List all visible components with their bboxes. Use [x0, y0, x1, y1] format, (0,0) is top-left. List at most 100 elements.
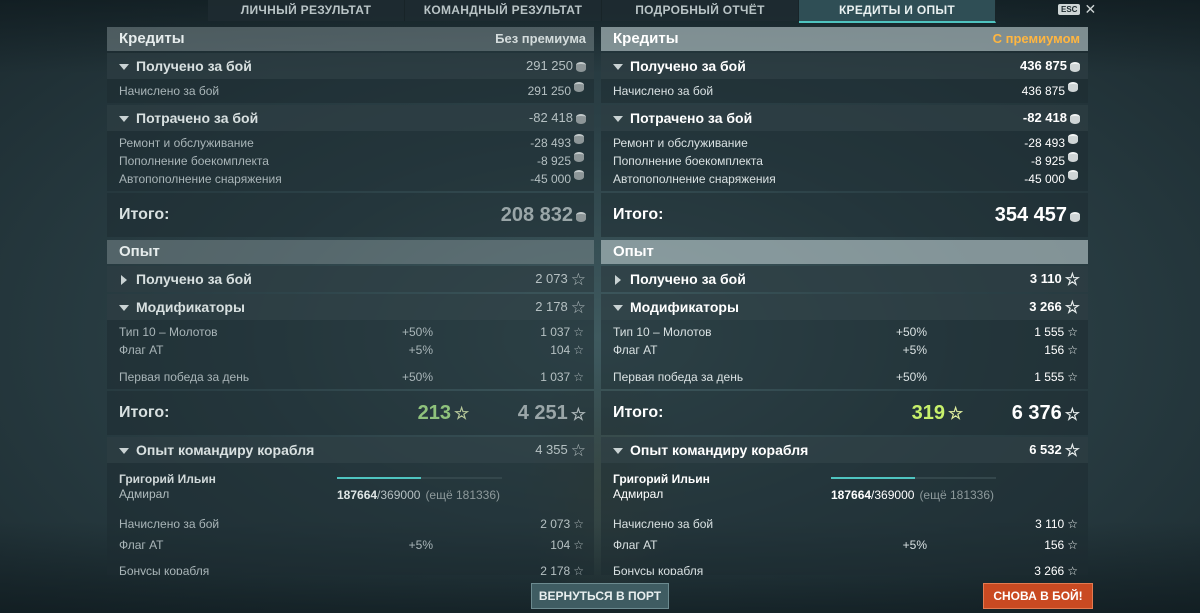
commander-progress-fill — [831, 477, 916, 479]
earned-group[interactable]: Получено за бой 291 250 — [107, 53, 594, 79]
commander-rows: Начислено за бой 2 073 ☆ Флаг АТ +5% 104 ☆ Бо… — [107, 512, 594, 575]
premium-badge: С премиумом — [992, 31, 1080, 46]
list-item: Первая победа за день +50% 1 555 ☆ — [613, 370, 1078, 384]
battle-again-button[interactable]: СНОВА В БОЙ! — [983, 583, 1093, 609]
commander-rows: Начислено за бой 3 110 ☆ Флаг АТ +5% 156 ☆ Бо… — [601, 512, 1088, 575]
xp-header: Опыт — [107, 240, 594, 264]
esc-key-icon: ESC — [1058, 3, 1081, 15]
credits-total: Итого: 208 832 — [107, 193, 594, 237]
list-item: Начислено за бой 291 250 — [107, 82, 594, 100]
earned-label: Получено за бой — [136, 58, 252, 74]
xp-title: Опыт — [119, 243, 160, 260]
list-item: Тип 10 – Молотов +50% 1 037 ☆ — [119, 325, 584, 339]
credits-total-value: 208 832 — [500, 204, 573, 226]
xp-star-icon: ☆ — [570, 297, 586, 317]
earned-group[interactable]: Получено за бой 436 875 — [601, 53, 1088, 79]
xp-earned-group[interactable]: Получено за бой 3 110 ☆ — [601, 266, 1088, 292]
panel-with-premium: Кредиты С премиумом Получено за бой 436 … — [601, 27, 1088, 575]
commander-xp-text: 187664/369000 (ещё 181336) — [831, 488, 995, 502]
spent-value: -82 418 — [528, 110, 573, 125]
credits-total-value: 354 457 — [994, 204, 1067, 226]
credits-icon — [1068, 134, 1078, 144]
credits-header: Кредиты С премиумом — [601, 27, 1088, 51]
xp-star-icon: ☆ — [573, 343, 584, 357]
list-item: Тип 10 – Молотов +50% 1 555 ☆ — [613, 325, 1078, 339]
tab-credits-and-xp[interactable]: КРЕДИТЫ И ОПЫТ — [799, 0, 996, 23]
xp-star-icon: ☆ — [1067, 325, 1078, 339]
list-item: Флаг АТ +5% 156 ☆ — [613, 538, 1078, 552]
credits-icon — [576, 113, 586, 124]
modifiers-group[interactable]: Модификаторы 3 266 ☆ — [601, 294, 1088, 320]
xp-total-value: 4 251 — [517, 402, 568, 424]
list-item: Бонусы корабля 2 178 ☆ — [107, 562, 594, 575]
credits-icon — [1068, 152, 1078, 162]
chevron-down-icon — [119, 448, 129, 455]
panel-no-premium: Кредиты Без премиума Получено за бой 291… — [107, 27, 594, 575]
close-icon[interactable]: ✕ — [1084, 2, 1096, 16]
xp-star-icon: ☆ — [1067, 343, 1078, 357]
modifier-rows: Тип 10 – Молотов +50% 1 555 ☆ Флаг АТ +5% 156… — [601, 320, 1088, 389]
xp-star-icon: ☆ — [1067, 564, 1078, 575]
tab-team-result[interactable]: КОМАНДНЫЙ РЕЗУЛЬТАТ — [405, 0, 602, 21]
list-item: Флаг АТ +5% 104 ☆ — [119, 538, 584, 552]
commander-progress-bar — [337, 477, 502, 479]
free-xp-star-icon: ☆ — [453, 403, 470, 423]
xp-star-icon: ☆ — [1067, 517, 1078, 531]
close-control[interactable]: ESC ✕ — [1058, 2, 1096, 16]
xp-star-icon: ☆ — [1064, 404, 1080, 424]
chevron-down-icon — [613, 448, 623, 455]
commander-progress-fill — [337, 477, 422, 479]
list-item: Автопополнение снаряжения -45 000 — [601, 170, 1088, 188]
spent-group[interactable]: Потрачено за бой -82 418 — [601, 105, 1088, 131]
xp-star-icon: ☆ — [1064, 269, 1080, 289]
list-item: Автопополнение снаряжения -45 000 — [107, 170, 594, 188]
credits-icon — [574, 134, 584, 144]
list-item: Флаг АТ +5% 156 ☆ — [613, 343, 1078, 357]
premium-badge: Без премиума — [495, 31, 586, 46]
tab-personal-result[interactable]: ЛИЧНЫЙ РЕЗУЛЬТАТ — [208, 0, 405, 21]
earned-rows: Начислено за бой 436 875 — [601, 79, 1088, 103]
commander-card: Григорий Ильин Адмирал 187664/369000 (ещё… — [601, 463, 1088, 512]
spent-rows: Ремонт и обслуживание -28 493 Пополнение … — [107, 131, 594, 191]
credits-title: Кредиты — [613, 30, 679, 47]
earned-value: 291 250 — [526, 58, 573, 73]
return-to-port-button[interactable]: ВЕРНУТЬСЯ В ПОРТ — [531, 583, 669, 609]
list-item: Начислено за бой 2 073 ☆ — [119, 517, 584, 531]
commander-progress-bar — [831, 477, 996, 479]
chevron-down-icon — [119, 64, 129, 71]
credits-icon — [1070, 211, 1080, 222]
chevron-down-icon — [119, 116, 129, 123]
credits-icon — [576, 61, 586, 72]
credits-icon — [574, 152, 584, 162]
xp-earned-group[interactable]: Получено за бой 2 073 ☆ — [107, 266, 594, 292]
commander-xp-group[interactable]: Опыт командиру корабля 6 532 ☆ — [601, 437, 1088, 463]
tab-detailed-report[interactable]: ПОДРОБНЫЙ ОТЧЁТ — [602, 0, 799, 21]
list-item: Флаг АТ +5% 104 ☆ — [119, 343, 584, 357]
spent-label: Потрачено за бой — [136, 110, 259, 126]
credits-icon — [576, 211, 586, 222]
commander-name: Григорий Ильин — [119, 472, 216, 486]
commander-xp-group[interactable]: Опыт командиру корабля 4 355 ☆ — [107, 437, 594, 463]
credits-icon — [1070, 113, 1080, 124]
list-item: Пополнение боекомплекта -8 925 — [601, 152, 1088, 170]
xp-star-icon: ☆ — [573, 538, 584, 552]
list-item: Ремонт и обслуживание -28 493 — [107, 134, 594, 152]
xp-star-icon: ☆ — [573, 370, 584, 384]
xp-star-icon: ☆ — [570, 440, 586, 460]
modifier-rows: Тип 10 – Молотов +50% 1 037 ☆ Флаг АТ +5% 104… — [107, 320, 594, 389]
chevron-right-icon — [615, 275, 621, 286]
list-item: Ремонт и обслуживание -28 493 — [601, 134, 1088, 152]
list-item: Бонусы корабля 3 266 ☆ — [601, 562, 1088, 575]
xp-star-icon: ☆ — [573, 517, 584, 531]
xp-star-icon: ☆ — [573, 564, 584, 575]
xp-star-icon: ☆ — [1064, 297, 1080, 317]
chevron-down-icon — [119, 305, 129, 312]
spent-group[interactable]: Потрачено за бой -82 418 — [107, 105, 594, 131]
modifiers-group[interactable]: Модификаторы 2 178 ☆ — [107, 294, 594, 320]
xp-total: Итого: 319 ☆ 6 376 ☆ — [601, 391, 1088, 435]
credits-icon — [1068, 82, 1078, 92]
xp-star-icon: ☆ — [1067, 538, 1078, 552]
free-xp-star-icon: ☆ — [947, 403, 964, 423]
spent-rows: Ремонт и обслуживание -28 493 Пополнение … — [601, 131, 1088, 191]
credits-icon — [574, 82, 584, 92]
